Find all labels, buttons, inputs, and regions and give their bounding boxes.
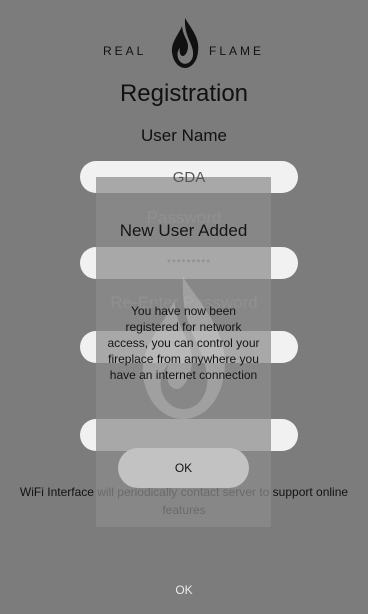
username-label: User Name: [141, 126, 227, 145]
password-value: *********: [166, 257, 212, 269]
dialog-ok-button[interactable]: OK: [118, 448, 249, 488]
dialog-message: You have now been registered for network…: [107, 304, 260, 382]
serial-number-value: 000B57F62E09: [136, 426, 242, 444]
dialog-title: New User Added: [119, 221, 248, 240]
brand-logo: REAL FLAME: [0, 18, 368, 70]
registration-screen: REAL FLAME Registration User Name GDA Pa…: [0, 0, 368, 614]
username-value: GDA: [172, 168, 206, 186]
logo-word-flame: FLAME: [209, 44, 265, 58]
flame-logo-icon: [171, 18, 199, 68]
new-user-added-dialog: New User Added You have now been registe…: [96, 177, 271, 527]
logo-word-real: REAL: [103, 44, 147, 58]
footer-ok-button[interactable]: OK: [0, 583, 368, 597]
serial-number-value-container: 000B57F62E09: [80, 419, 298, 451]
page-title: Registration: [119, 80, 249, 107]
